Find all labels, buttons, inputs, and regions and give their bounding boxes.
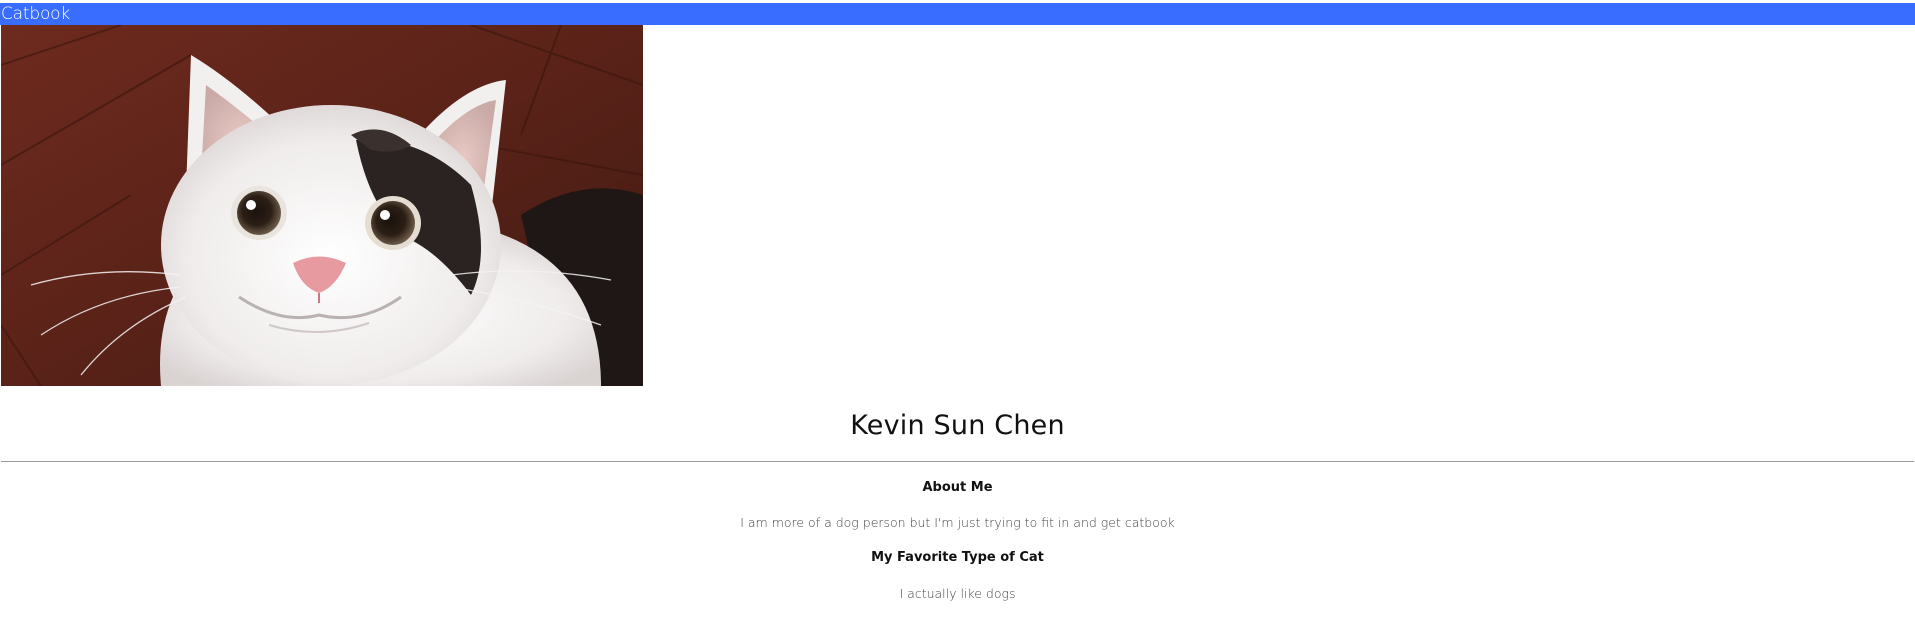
- about-me-heading: About Me: [922, 480, 993, 495]
- profile-name: Kevin Sun Chen: [850, 410, 1065, 441]
- favorite-cat-text: I actually like dogs: [899, 586, 1016, 601]
- profile-photo: [1, 25, 643, 386]
- navbar: Catbook: [0, 3, 1915, 25]
- cat-photo-icon: [1, 25, 643, 386]
- about-me-text: I am more of a dog person but I'm just t…: [740, 515, 1175, 530]
- app-title-link[interactable]: Catbook: [1, 4, 70, 24]
- divider: [1, 461, 1914, 462]
- favorite-cat-heading: My Favorite Type of Cat: [871, 550, 1044, 565]
